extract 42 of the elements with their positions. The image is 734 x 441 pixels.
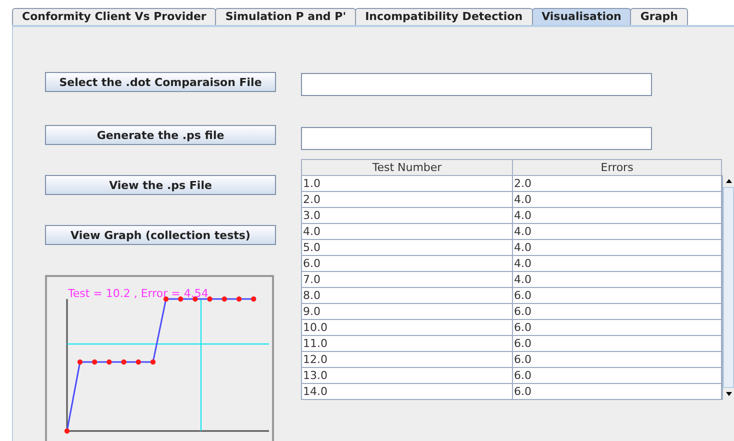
table-cell: 2.0 [512, 176, 722, 192]
table-cell: 12.0 [302, 352, 513, 368]
action-button[interactable]: View Graph (collection tests) [45, 225, 276, 245]
table-cell: 9.0 [302, 304, 513, 320]
text-field[interactable] [301, 73, 652, 96]
table-cell: 5.0 [302, 240, 513, 256]
action-button[interactable]: View the .ps File [45, 175, 276, 195]
table-cell: 4.0 [512, 256, 722, 272]
table-cell: 11.0 [302, 336, 513, 352]
table-cell: 6.0 [512, 352, 722, 368]
table-cell: 4.0 [512, 272, 722, 288]
table-cell: 2.0 [302, 192, 513, 208]
table-cell: 6.0 [512, 304, 722, 320]
graph-readout: Test = 10.2 , Error = 4.54 [68, 287, 208, 300]
text-field[interactable] [301, 127, 652, 150]
table-cell: 6.0 [512, 320, 722, 336]
column-header[interactable]: Test Number [302, 160, 513, 176]
table-cell: 1.0 [302, 176, 513, 192]
table-cell: 8.0 [302, 288, 513, 304]
table-cell: 4.0 [512, 224, 722, 240]
table-cell: 10.0 [302, 320, 513, 336]
table-cell: 13.0 [302, 368, 513, 384]
table-cell: 6.0 [512, 288, 722, 304]
table-cell: 6.0 [512, 384, 722, 400]
table-cell: 7.0 [302, 272, 513, 288]
table-cell: 6.0 [302, 256, 513, 272]
action-button[interactable]: Generate the .ps file [45, 125, 276, 145]
tab[interactable]: Conformity Client Vs Provider [12, 8, 216, 25]
table-cell: 4.0 [512, 208, 722, 224]
action-button[interactable]: Select the .dot Comparaison File [45, 72, 276, 92]
table-cell: 14.0 [302, 384, 513, 400]
table-cell: 4.0 [512, 192, 722, 208]
tab[interactable]: Simulation P and P' [215, 8, 356, 25]
tab[interactable]: Visualisation [532, 8, 632, 25]
table-cell: 6.0 [512, 336, 722, 352]
column-header[interactable]: Errors [512, 160, 722, 176]
table-cell: 3.0 [302, 208, 513, 224]
table-cell: 4.0 [512, 240, 722, 256]
tab[interactable]: Graph [630, 8, 688, 25]
tab[interactable]: Incompatibility Detection [355, 8, 533, 25]
table-cell: 4.0 [302, 224, 513, 240]
table-cell: 6.0 [512, 368, 722, 384]
